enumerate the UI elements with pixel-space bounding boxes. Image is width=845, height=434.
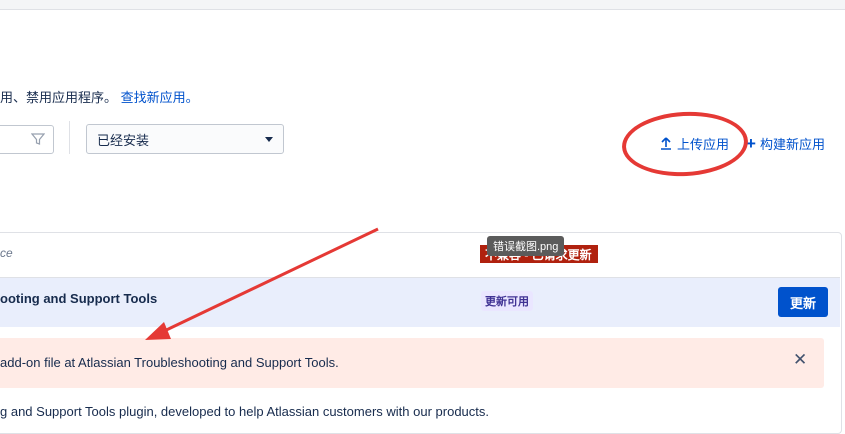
find-new-apps-link[interactable]: 查找新应用。	[121, 90, 199, 105]
filter-icon	[31, 133, 45, 145]
filter-divider	[69, 121, 70, 154]
update-available-badge: 更新可用	[481, 291, 533, 311]
description-text: 用、禁用应用程序。	[0, 90, 118, 105]
filter-input[interactable]	[0, 125, 54, 154]
app-status-select[interactable]: 已经安装	[86, 124, 284, 154]
manage-apps-description: 用、禁用应用程序。 查找新应用。	[0, 87, 199, 106]
build-new-app-label: 构建新应用	[759, 137, 825, 152]
annotation-ellipse	[620, 108, 750, 180]
plugin-name[interactable]: ooting and Support Tools	[0, 291, 157, 306]
top-bar	[0, 0, 845, 10]
panel-header-text: ce	[0, 246, 13, 260]
close-icon[interactable]: ✕	[793, 350, 807, 370]
plugin-description: g and Support Tools plugin, developed to…	[0, 404, 490, 419]
update-button[interactable]: 更新	[778, 287, 828, 317]
select-value: 已经安装	[97, 132, 150, 148]
error-message-text: add-on file at Atlassian Troubleshooting…	[0, 355, 339, 370]
build-new-app-link[interactable]: + 构建新应用	[746, 134, 825, 153]
chevron-down-icon	[265, 136, 273, 142]
filename-tooltip: 错误截图.png	[487, 236, 565, 256]
